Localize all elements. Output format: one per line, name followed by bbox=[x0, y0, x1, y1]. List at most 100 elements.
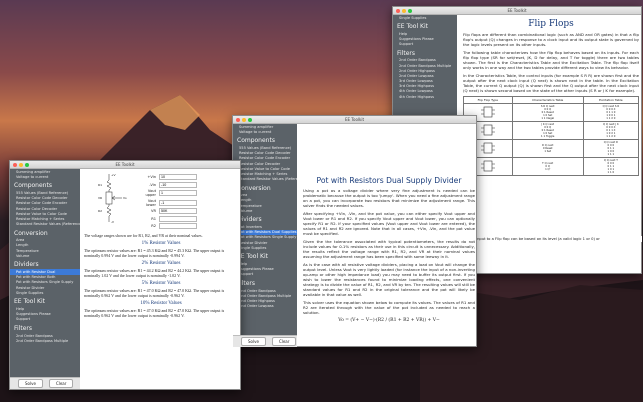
mid-button-bar: Solve Clear bbox=[233, 335, 297, 347]
sidebar-section-header: Components bbox=[237, 137, 275, 145]
sidebar-item[interactable]: Voltage to current bbox=[233, 129, 297, 134]
sidebar-item[interactable]: Single Supplies bbox=[233, 245, 297, 250]
sidebar-item[interactable]: Resistor Color Code Encoder bbox=[233, 156, 297, 161]
result-heading: 1% Resistor Values bbox=[141, 240, 181, 246]
excitation-cell: Q Q next T0 0 00 1 11 0 11 1 0 bbox=[582, 157, 639, 176]
table-header: Excitation Table bbox=[582, 96, 639, 104]
input-row: R2 bbox=[138, 223, 197, 229]
table-row: T Q next 0 Q1 Q' Q Q next T0 0 00 1 11 0 1… bbox=[463, 157, 639, 176]
close-icon[interactable] bbox=[236, 118, 240, 122]
table-header: Characteristics Table bbox=[511, 96, 584, 104]
title-bar: EE Toolkit bbox=[10, 161, 240, 169]
solver-content: +V R1 VR Vo R2 -V +Vin -Vin Vout upperVout low… bbox=[84, 172, 238, 388]
paragraph: In the Characteristics Table, the contro… bbox=[463, 73, 639, 93]
paragraph: This solver uses the equation shown belo… bbox=[303, 300, 475, 315]
paragraph: As is the case with all resistive voltag… bbox=[303, 262, 475, 297]
vout-upper-field[interactable] bbox=[159, 190, 197, 196]
sidebar-item[interactable]: Support bbox=[10, 317, 80, 322]
r1-field[interactable] bbox=[159, 215, 197, 222]
zoom-icon[interactable] bbox=[248, 118, 252, 122]
solve-button[interactable]: Solve bbox=[241, 337, 266, 346]
pot-divider-content: Pot with Resistors Dual Supply Divider U… bbox=[303, 176, 475, 344]
table-cell-line: 1 1 X 0 bbox=[606, 117, 616, 120]
characteristics-cell: S R Q next 0 0 Q0 1 Reset 1 0 Set 1 1 Illeg… bbox=[511, 103, 584, 122]
sidebar-item[interactable]: Pot with Resistors Single Supply bbox=[233, 235, 297, 240]
sidebar-item[interactable]: Resistor Color Code Decoder bbox=[233, 151, 297, 156]
vout-lower-field[interactable] bbox=[159, 199, 197, 206]
sidebar-item[interactable]: Support bbox=[393, 42, 457, 47]
sidebar-item[interactable]: 4th Order Highpass bbox=[393, 94, 457, 99]
minimize-icon[interactable] bbox=[242, 118, 246, 122]
table-cell-line: 1 1 Toggle bbox=[541, 135, 555, 138]
sidebar-item[interactable]: Standard Resistor Values (Reference) bbox=[10, 222, 80, 227]
sidebar-section-header: Filters bbox=[14, 324, 32, 332]
window-title: EE Toolkit bbox=[344, 117, 365, 122]
result-text: The optimum resistor values are: R1 = 47… bbox=[84, 307, 225, 318]
solve-button[interactable]: Solve bbox=[18, 379, 43, 388]
excitation-cell: Q Q next D0 0 00 1 11 0 01 1 1 bbox=[582, 139, 639, 158]
sidebar: Summing amplifier Voltage to current Compo… bbox=[10, 169, 80, 379]
zoom-icon[interactable] bbox=[408, 9, 412, 13]
sidebar-item[interactable]: Pot with Resistors Single Supply bbox=[10, 280, 80, 285]
sidebar-item[interactable]: 2nd Order Bandpass Multiple bbox=[10, 338, 80, 343]
vr-field[interactable] bbox=[159, 208, 197, 214]
close-icon[interactable] bbox=[13, 163, 17, 167]
excitation-cell: Q Q next J K0 0 0 X0 1 1 X1 0 X 11 1 X 0 bbox=[582, 121, 639, 140]
sidebar-section-header: EE Tool Kit bbox=[14, 298, 46, 306]
clear-button[interactable]: Clear bbox=[271, 337, 297, 346]
table-row: S R Q next 0 0 Q0 1 Reset 1 0 Set 1 1 Illeg… bbox=[463, 103, 639, 122]
sidebar-item[interactable]: Support bbox=[233, 272, 297, 277]
table-row: J K Q next 0 0 Q0 1 Reset 1 0 Set 1 1 Toggl… bbox=[463, 121, 639, 140]
minimize-icon[interactable] bbox=[402, 9, 406, 13]
sidebar-section-header: EE Tool Kit bbox=[237, 253, 269, 261]
sidebar-item[interactable]: 2nd Order Bandpass Multiple bbox=[393, 63, 457, 68]
page-title: Flip Flops bbox=[528, 19, 574, 29]
characteristics-cell: T Q next 0 Q1 Q' bbox=[511, 157, 584, 176]
sidebar-item[interactable]: Single Supplies bbox=[10, 290, 80, 295]
minimize-icon[interactable] bbox=[19, 163, 23, 167]
results-intro: The voltage ranges shown are for R1, R2,… bbox=[84, 232, 203, 238]
characteristics-cell: J K Q next 0 0 Q0 1 Reset 1 0 Set 1 1 Toggl… bbox=[511, 121, 584, 140]
excitation-cell: Q Q next S R0 0 0 X0 1 1 01 0 0 11 1 X 0 bbox=[582, 103, 639, 122]
sidebar-item[interactable]: Volume bbox=[233, 208, 297, 213]
sidebar-item[interactable]: Single Supplies bbox=[393, 15, 457, 20]
svg-text:-V: -V bbox=[111, 220, 115, 224]
sidebar-item[interactable]: Pot with Resistors Dual Supplies bbox=[233, 229, 297, 235]
sidebar-item[interactable]: 2nd Order Lowpass bbox=[233, 304, 297, 309]
field-label: Vout upper bbox=[145, 189, 156, 197]
close-icon[interactable] bbox=[396, 9, 400, 13]
paragraph: Given the the tolerance associated with … bbox=[303, 239, 475, 259]
sidebar-section-header: Dividers bbox=[14, 261, 39, 269]
sidebar-item[interactable]: 2nd Order Bandpass Multiple bbox=[233, 293, 297, 298]
button-bar: Solve Clear bbox=[10, 377, 80, 389]
field-label: R2 bbox=[151, 224, 156, 228]
sidebar-item[interactable]: Resistor Value to Color Code bbox=[233, 166, 297, 171]
sidebar-item[interactable]: Standard Resistor Values (Reference) bbox=[233, 177, 297, 182]
sidebar-item[interactable]: 555 Values (Band Reference) bbox=[233, 145, 297, 150]
r2-field[interactable] bbox=[159, 223, 197, 229]
-vin-field[interactable] bbox=[159, 174, 197, 180]
field-label: +Vin bbox=[147, 175, 156, 179]
page-title: Pot with Resistors Dual Supply Divider bbox=[316, 176, 462, 185]
field-label: -Vin bbox=[149, 182, 156, 187]
sidebar-section-header: EE Tool Kit bbox=[397, 23, 429, 31]
input-row: R1 bbox=[138, 215, 197, 222]
table-cell-line: 1 1 X 0 bbox=[606, 135, 616, 138]
svg-text:R2: R2 bbox=[98, 209, 102, 213]
sidebar-item[interactable]: Volume bbox=[10, 253, 80, 258]
result-heading: 10% Resistor Values bbox=[140, 300, 182, 306]
paragraph: Flip flops are different than combinatio… bbox=[463, 32, 639, 47]
clear-button[interactable]: Clear bbox=[48, 379, 74, 388]
sidebar-item[interactable]: Voltage to current bbox=[10, 174, 80, 179]
result-heading: 2% Resistor Values bbox=[141, 260, 181, 266]
input-row: Vout lower bbox=[138, 199, 197, 207]
sidebar-section-header: Dividers bbox=[237, 216, 262, 224]
sidebar-section-header: Conversion bbox=[14, 229, 48, 237]
flip-flop-caption: a clock input to a Flip flop can be base… bbox=[460, 236, 642, 242]
-vin-field[interactable] bbox=[159, 181, 197, 188]
title-bar: EE Toolkit bbox=[233, 116, 476, 124]
table-cell-line: 1 1 Illegal bbox=[541, 117, 555, 120]
sidebar-section-header: Conversion bbox=[237, 184, 271, 192]
zoom-icon[interactable] bbox=[25, 163, 29, 167]
table-cell-line: 1 1 0 bbox=[607, 171, 615, 174]
